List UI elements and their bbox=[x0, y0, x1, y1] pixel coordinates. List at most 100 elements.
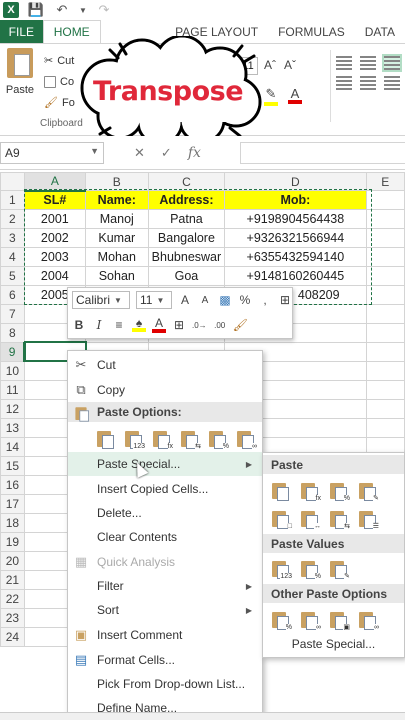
row-header[interactable]: 1 bbox=[0, 190, 25, 210]
paste-special-icon[interactable]: ☰ bbox=[358, 509, 379, 531]
row-header[interactable]: 2 bbox=[0, 209, 25, 229]
paste-formulas-icon[interactable]: fx bbox=[152, 429, 173, 451]
row-header[interactable]: 6 bbox=[0, 285, 25, 305]
cell[interactable]: 2003 bbox=[23, 247, 86, 267]
linked-picture-icon[interactable]: ∞ bbox=[358, 610, 379, 632]
cell[interactable]: SL# bbox=[23, 190, 86, 210]
row-header[interactable]: 20 bbox=[0, 551, 25, 571]
menu-item-insert-copied[interactable]: Insert Copied Cells... bbox=[68, 477, 262, 501]
brush-icon[interactable]: 🖌 bbox=[233, 316, 248, 334]
cell[interactable]: Bangalore bbox=[147, 228, 226, 248]
align-bottom-icon[interactable] bbox=[382, 54, 402, 72]
menu-item-format-cells[interactable]: ▤ Format Cells... bbox=[68, 648, 262, 672]
font-color-icon[interactable]: A bbox=[152, 316, 166, 334]
row-header[interactable]: 9 bbox=[0, 342, 26, 362]
cell[interactable] bbox=[365, 266, 405, 286]
cell[interactable] bbox=[365, 190, 405, 210]
row-header[interactable]: 15 bbox=[0, 456, 25, 476]
row-header[interactable]: 11 bbox=[0, 380, 25, 400]
column-header-b[interactable]: B bbox=[84, 172, 149, 191]
align-center-icon[interactable]: ≡ bbox=[112, 316, 126, 334]
cell[interactable] bbox=[365, 380, 405, 400]
align-center-icon[interactable] bbox=[360, 76, 376, 90]
paste-link-icon[interactable]: ∞ bbox=[300, 610, 321, 632]
align-middle-icon[interactable] bbox=[360, 56, 376, 70]
row-header[interactable]: 4 bbox=[0, 247, 25, 267]
row-header[interactable]: 21 bbox=[0, 570, 25, 590]
paste-transpose-icon[interactable]: ⇆ bbox=[180, 429, 201, 451]
row-header[interactable]: 7 bbox=[0, 304, 25, 324]
cell[interactable]: +9326321566944 bbox=[224, 228, 367, 248]
menu-item-paste-special[interactable]: Paste Special... ▶ bbox=[68, 452, 262, 476]
row-header[interactable]: 12 bbox=[0, 399, 25, 419]
no-borders-icon[interactable]: □ bbox=[271, 509, 292, 531]
cell[interactable]: 2002 bbox=[23, 228, 86, 248]
paste-button[interactable]: Paste bbox=[4, 48, 36, 96]
menu-item-cut[interactable]: ✂ Cut bbox=[68, 353, 262, 377]
row-header[interactable]: 14 bbox=[0, 437, 25, 457]
align-right-icon[interactable] bbox=[384, 76, 400, 90]
redo-icon[interactable]: ↷ bbox=[95, 2, 113, 18]
cell[interactable]: Name: bbox=[84, 190, 149, 210]
cell[interactable] bbox=[365, 342, 405, 362]
menu-item-insert-comment[interactable]: ▣ Insert Comment bbox=[68, 623, 262, 647]
name-box[interactable]: A9 ▼ bbox=[0, 142, 104, 164]
shrink-font-button[interactable]: A bbox=[198, 291, 212, 309]
paste-formatting-icon[interactable]: % bbox=[208, 429, 229, 451]
column-header-a[interactable]: A bbox=[23, 172, 86, 192]
enter-icon[interactable]: ✓ bbox=[161, 145, 172, 161]
menu-item-clear[interactable]: Clear Contents bbox=[68, 525, 262, 549]
menu-item-copy[interactable]: ⧉ Copy bbox=[68, 378, 262, 402]
chevron-down-icon[interactable]: ▼ bbox=[90, 146, 99, 156]
column-header-e[interactable]: E bbox=[365, 172, 405, 191]
values-icon[interactable]: 123 bbox=[271, 559, 292, 581]
row-header[interactable]: 22 bbox=[0, 589, 25, 609]
values-number-format-icon[interactable]: % bbox=[300, 559, 321, 581]
row-header[interactable]: 5 bbox=[0, 266, 25, 286]
cell[interactable]: Address: bbox=[147, 190, 226, 210]
cell[interactable]: Sohan bbox=[84, 266, 149, 286]
paste-formulas-number-format-icon[interactable]: % bbox=[329, 481, 350, 503]
grow-font-button[interactable]: A bbox=[178, 291, 192, 309]
tab-data[interactable]: DATA bbox=[355, 20, 405, 43]
bold-button[interactable]: B bbox=[72, 316, 86, 334]
cell[interactable] bbox=[365, 323, 405, 343]
cell[interactable]: 2001 bbox=[23, 209, 86, 229]
tab-formulas[interactable]: FORMULAS bbox=[268, 20, 355, 43]
row-header[interactable]: 13 bbox=[0, 418, 25, 438]
formatting-icon[interactable]: % bbox=[271, 610, 292, 632]
cell[interactable]: Mob: bbox=[224, 190, 367, 210]
row-header[interactable]: 24 bbox=[0, 627, 25, 647]
cell[interactable]: Mohan bbox=[84, 247, 149, 267]
font-size-field[interactable]: 11 ▼ bbox=[136, 291, 172, 309]
paste-icon[interactable] bbox=[271, 481, 289, 501]
transpose-icon[interactable]: ⇆ bbox=[329, 509, 350, 531]
cell[interactable] bbox=[365, 247, 405, 267]
cell[interactable] bbox=[365, 399, 405, 419]
borders-icon[interactable]: ⊞ bbox=[172, 316, 186, 334]
cell[interactable] bbox=[365, 304, 405, 324]
cell[interactable]: Manoj bbox=[84, 209, 149, 229]
italic-button[interactable]: I bbox=[92, 316, 106, 334]
cell[interactable] bbox=[365, 228, 405, 248]
highlight-icon[interactable]: ✎ bbox=[264, 86, 278, 106]
shrink-font-icon[interactable]: Aˇ bbox=[284, 58, 296, 72]
increase-decimal-button[interactable]: .0→ bbox=[192, 316, 207, 334]
font-color-icon[interactable]: A bbox=[288, 87, 302, 104]
submenu-paste-special[interactable]: Paste Special... bbox=[263, 637, 404, 651]
row-header[interactable]: 8 bbox=[0, 323, 25, 343]
merge-icon[interactable]: ⊞ bbox=[278, 291, 292, 309]
row-header[interactable]: 19 bbox=[0, 532, 25, 552]
cell[interactable]: Bhubneswar bbox=[147, 247, 226, 267]
font-name-field[interactable]: Calibri ▼ bbox=[72, 291, 130, 309]
currency-icon[interactable]: ▩ bbox=[218, 291, 232, 309]
decrease-decimal-button[interactable]: .00 bbox=[213, 316, 227, 334]
row-header[interactable]: 17 bbox=[0, 494, 25, 514]
keep-column-widths-icon[interactable]: ↔ bbox=[300, 509, 321, 531]
align-left-icon[interactable] bbox=[336, 76, 352, 90]
save-icon[interactable]: 💾 bbox=[27, 2, 45, 18]
select-all-corner[interactable] bbox=[0, 172, 25, 191]
row-header[interactable]: 16 bbox=[0, 475, 25, 495]
column-header-c[interactable]: C bbox=[147, 172, 226, 191]
cell[interactable]: Patna bbox=[147, 209, 226, 229]
